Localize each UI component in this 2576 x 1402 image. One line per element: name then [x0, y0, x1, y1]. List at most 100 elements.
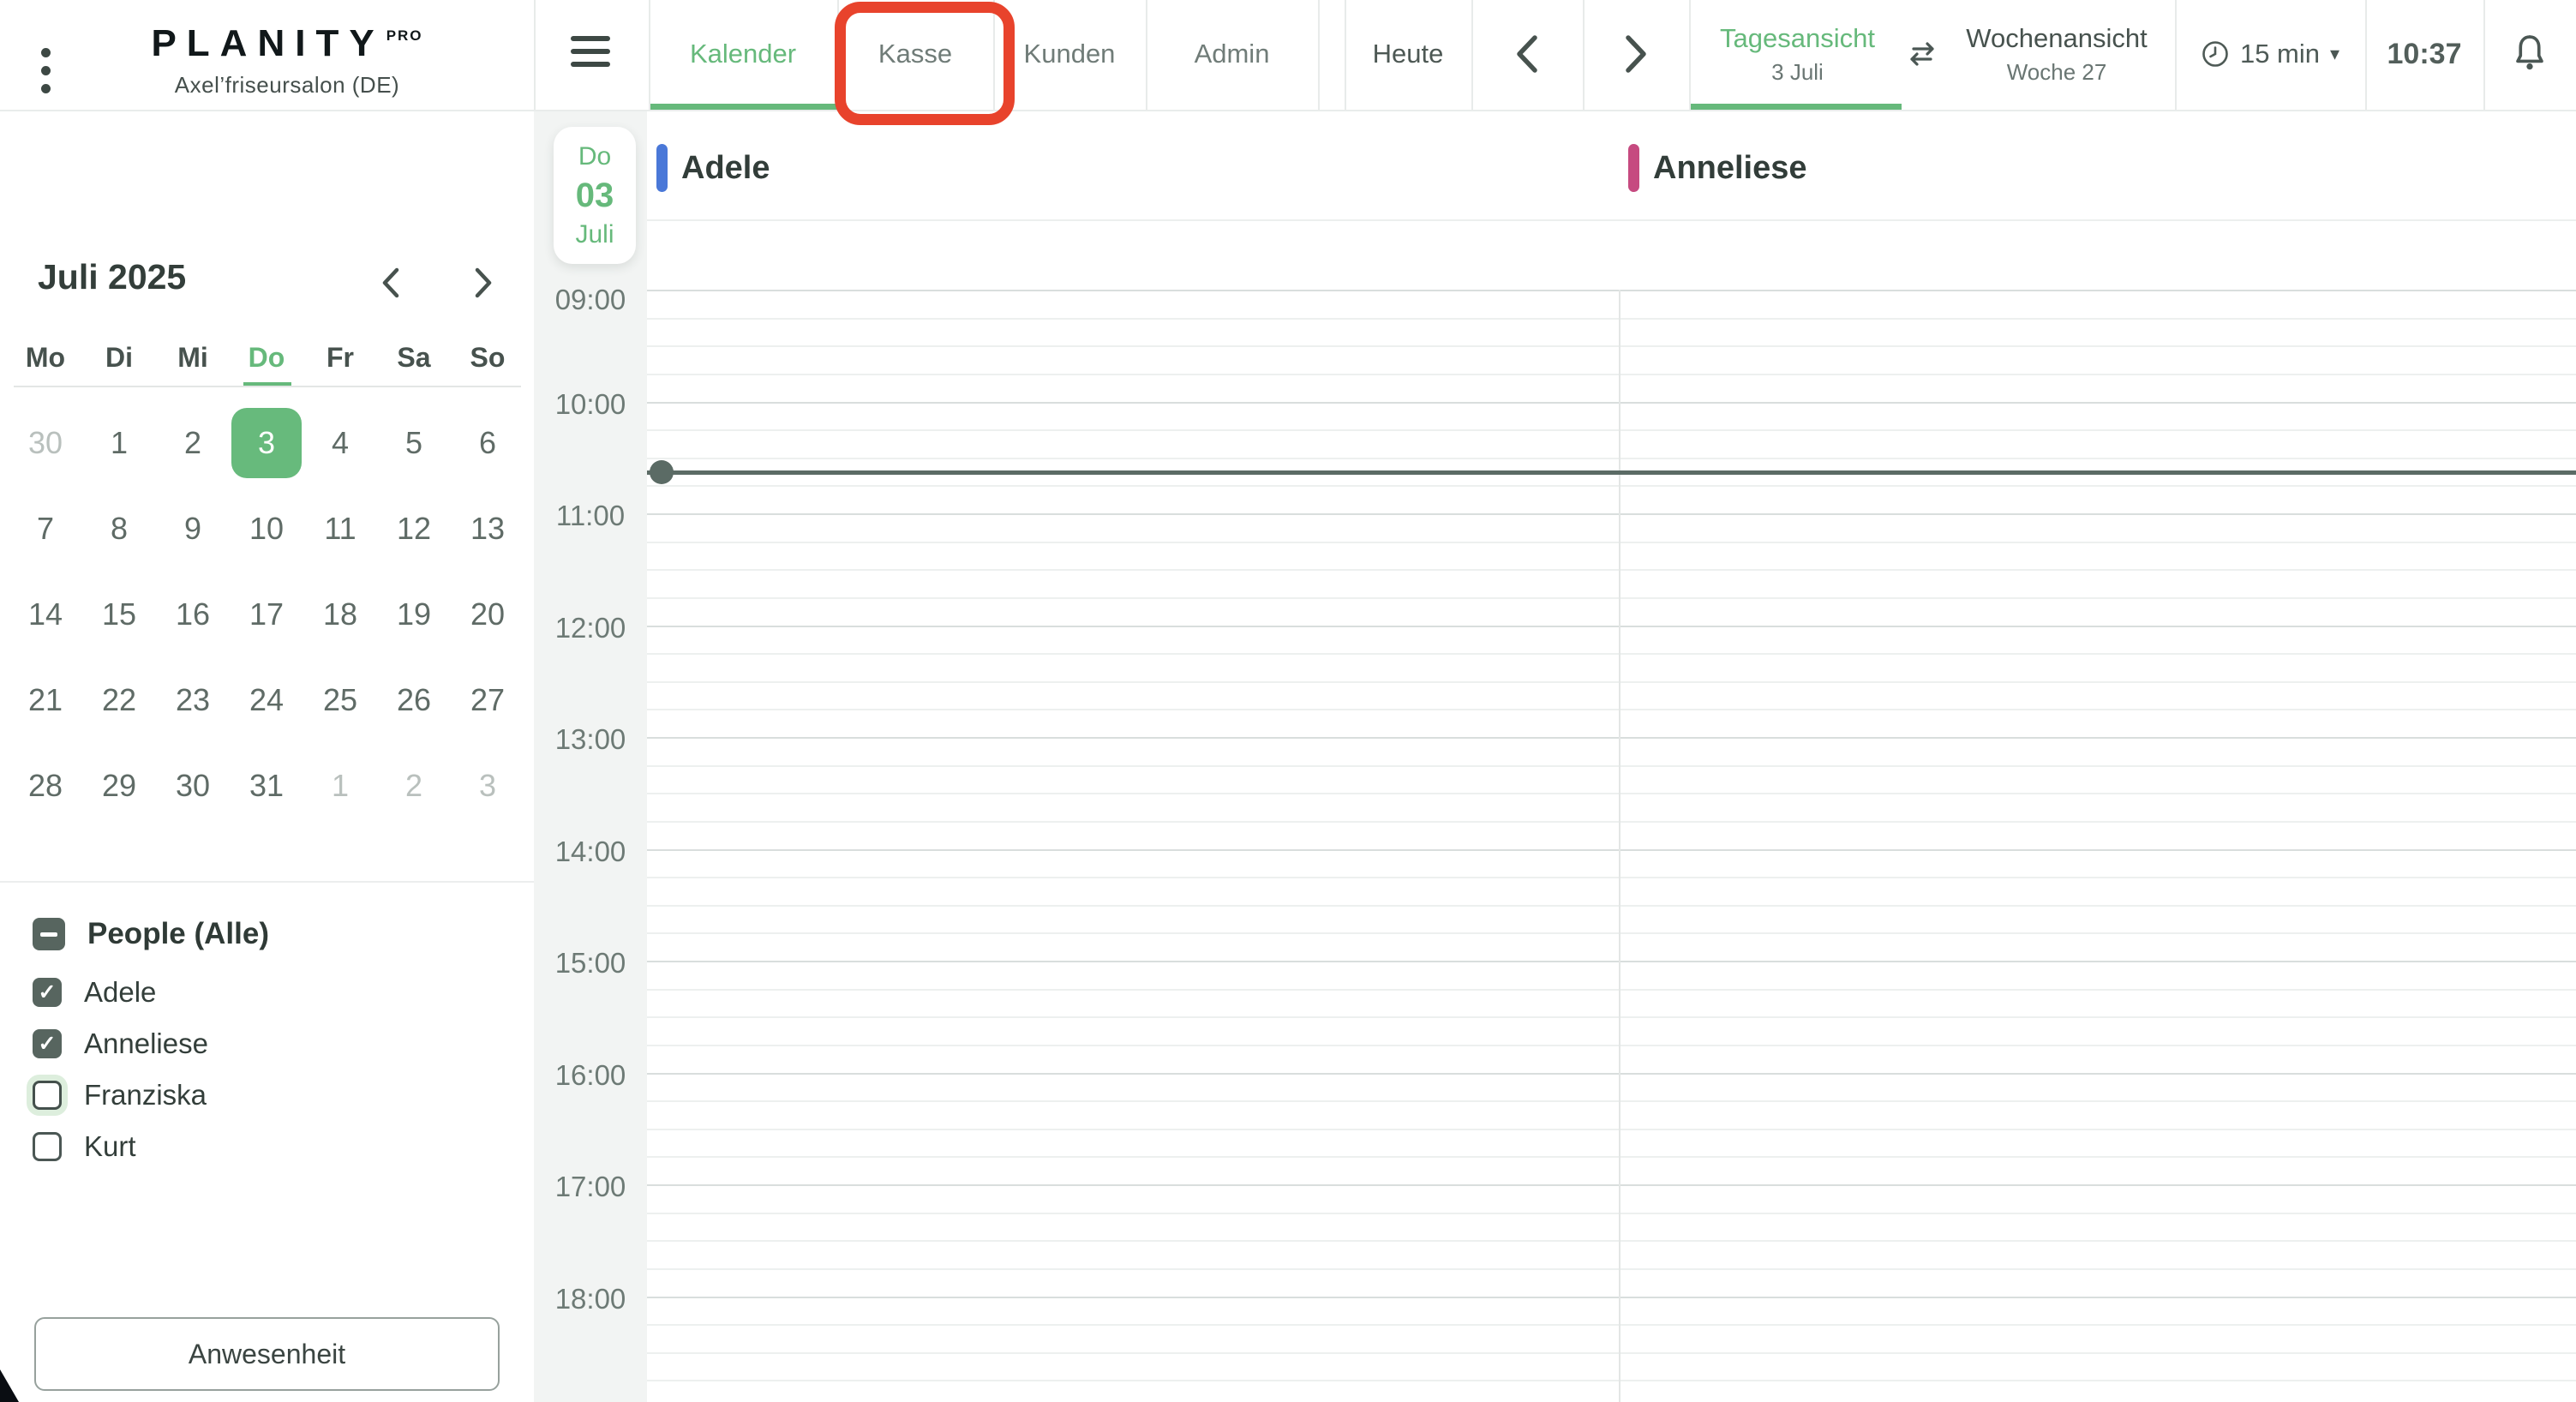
tab-kasse[interactable]: Kasse [837, 0, 993, 108]
quarter-hour-line [647, 1212, 2576, 1214]
tab-admin-label: Admin [1194, 39, 1270, 69]
mini-calendar-week-row: 7 8 9 10 11 12 13 [9, 486, 524, 572]
franziska-checkbox[interactable] [33, 1081, 62, 1110]
mini-calendar-day[interactable]: 22 [82, 657, 156, 743]
quarter-hour-line [647, 1016, 2576, 1019]
quarter-hour-line [647, 764, 2576, 767]
swap-view-button[interactable] [1906, 0, 1938, 108]
people-item-franziska[interactable]: Franziska [33, 1069, 208, 1121]
mini-calendar-day[interactable]: 5 [377, 400, 451, 486]
mini-calendar-day[interactable]: 13 [451, 486, 524, 572]
hour-label: 12:00 [554, 611, 626, 644]
mini-calendar-day[interactable]: 8 [82, 486, 156, 572]
tab-kunden[interactable]: Kunden [993, 0, 1146, 108]
hour-label: 13:00 [554, 723, 626, 755]
mini-calendar-day[interactable]: 18 [303, 572, 377, 657]
people-header-label: People (Alle) [87, 917, 269, 950]
day-card-weekday: Do [578, 141, 612, 171]
quarter-hour-line [647, 709, 2576, 711]
mini-calendar-prev-button[interactable] [365, 264, 416, 302]
quarter-hour-line [647, 596, 2576, 599]
quarter-hour-line [647, 1128, 2576, 1130]
interval-selector[interactable]: 15 min ▾ [2175, 0, 2365, 108]
tab-kalender-label: Kalender [689, 39, 797, 69]
mini-calendar-day[interactable]: 30 [156, 743, 230, 829]
mini-calendar-day[interactable]: 23 [156, 657, 230, 743]
mini-calendar-day[interactable]: 25 [303, 657, 377, 743]
mini-calendar-day[interactable]: 15 [82, 572, 156, 657]
mini-calendar-day[interactable]: 2 [377, 743, 451, 829]
mini-calendar-next-button[interactable] [458, 264, 509, 302]
mini-calendar-week-row: 30 1 2 3 4 5 6 [9, 400, 524, 486]
today-button[interactable]: Heute [1345, 0, 1471, 108]
mini-calendar-day[interactable]: 19 [377, 572, 451, 657]
mini-calendar-day[interactable]: 30 [9, 400, 82, 486]
mini-calendar-day[interactable]: 31 [230, 743, 303, 829]
mini-calendar-day[interactable]: 16 [156, 572, 230, 657]
planity-calendar-app: Juli 2025 Mo Di Mi Do Fr Sa So 30 1 2 3 4 5 6 7 8 9 10 11… [0, 0, 2576, 1402]
day-view-date: 3 Juli [1771, 58, 1824, 85]
kebab-menu-icon[interactable] [41, 48, 51, 93]
weekday-header-mo: Mo [25, 341, 66, 373]
mini-calendar-day[interactable]: 6 [451, 400, 524, 486]
mini-calendar-grid: 30 1 2 3 4 5 6 7 8 9 10 11 12 13 14 15 16 17 18 19 20 21 22 23 2… [9, 400, 524, 829]
quarter-hour-line [647, 1044, 2576, 1046]
mini-calendar-day[interactable]: 21 [9, 657, 82, 743]
quarter-hour-line [647, 820, 2576, 823]
people-item-kurt[interactable]: Kurt [33, 1121, 208, 1172]
hour-line [647, 513, 2576, 515]
kurt-checkbox[interactable] [33, 1132, 62, 1161]
people-filter-header[interactable]: People (Alle) [33, 917, 269, 951]
people-item-anneliese[interactable]: ✓ Anneliese [33, 1018, 208, 1069]
people-item-adele[interactable]: ✓ Adele [33, 967, 208, 1018]
quarter-hour-line [647, 1156, 2576, 1159]
mini-calendar-day[interactable]: 4 [303, 400, 377, 486]
mini-calendar-day[interactable]: 11 [303, 486, 377, 572]
quarter-hour-line [647, 988, 2576, 991]
mini-calendar-day[interactable]: 1 [303, 743, 377, 829]
mini-calendar-day[interactable]: 29 [82, 743, 156, 829]
mini-calendar-day[interactable]: 7 [9, 486, 82, 572]
prev-day-button[interactable] [1471, 0, 1583, 108]
quarter-hour-line [647, 1100, 2576, 1103]
mini-calendar-day[interactable]: 26 [377, 657, 451, 743]
person-label: Anneliese [84, 1028, 208, 1059]
adele-checkbox[interactable]: ✓ [33, 978, 62, 1007]
mini-calendar-day[interactable]: 1 [82, 400, 156, 486]
hour-label: 11:00 [555, 500, 626, 531]
mini-calendar-day[interactable]: 2 [156, 400, 230, 486]
calendar-grid[interactable] [647, 110, 2576, 1402]
week-view-tab[interactable]: Wochenansicht Woche 27 [1938, 0, 2175, 108]
mini-calendar-day[interactable]: 28 [9, 743, 82, 829]
next-day-button[interactable] [1583, 0, 1689, 108]
day-header-card[interactable]: Do 03 Juli [554, 127, 636, 264]
hour-label: 14:00 [554, 835, 626, 867]
mini-calendar-divider [14, 386, 521, 387]
attendance-button[interactable]: Anwesenheit [34, 1317, 500, 1391]
kalender-active-underline [650, 104, 837, 110]
mini-calendar-day[interactable]: 14 [9, 572, 82, 657]
quarter-hour-line [647, 317, 2576, 320]
mini-calendar-day[interactable]: 20 [451, 572, 524, 657]
mini-calendar-day[interactable]: 27 [451, 657, 524, 743]
notifications-button[interactable] [2483, 0, 2576, 108]
mini-calendar-day[interactable]: 3 [230, 400, 303, 486]
mini-calendar-day[interactable]: 10 [230, 486, 303, 572]
quarter-hour-line [647, 932, 2576, 935]
mini-calendar-day[interactable]: 3 [451, 743, 524, 829]
hamburger-menu-icon[interactable] [571, 36, 610, 67]
hour-line [647, 737, 2576, 739]
tab-kalender[interactable]: Kalender [649, 0, 837, 108]
hour-line [647, 290, 2576, 291]
day-view-tab[interactable]: Tagesansicht 3 Juli [1689, 0, 1906, 108]
people-all-checkbox[interactable] [33, 918, 65, 950]
mini-calendar-day[interactable]: 17 [230, 572, 303, 657]
mini-calendar-day[interactable]: 24 [230, 657, 303, 743]
hour-line [647, 848, 2576, 851]
mini-calendar-day[interactable]: 9 [156, 486, 230, 572]
weekday-header-sa: Sa [397, 341, 431, 373]
mini-calendar-day[interactable]: 12 [377, 486, 451, 572]
anneliese-checkbox[interactable]: ✓ [33, 1029, 62, 1058]
tab-admin[interactable]: Admin [1146, 0, 1318, 108]
chevron-left-icon [1517, 35, 1537, 73]
